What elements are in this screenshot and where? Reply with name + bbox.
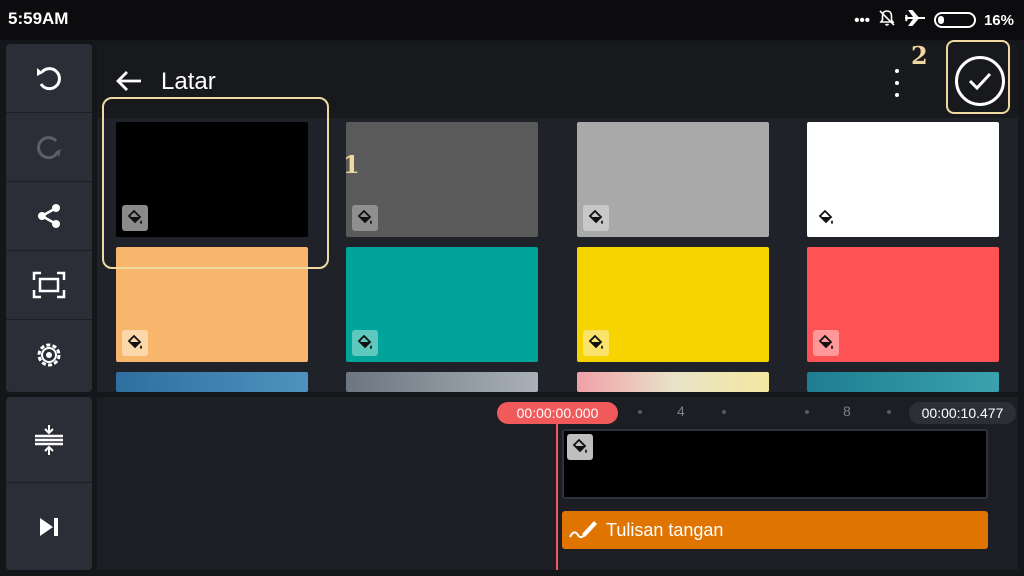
paint-bucket-icon (583, 205, 609, 231)
status-time: 5:59AM (8, 9, 69, 28)
bell-off-icon (878, 9, 896, 31)
annotation-step-2: 2 (911, 41, 928, 70)
skip-end-icon (40, 517, 58, 536)
swatch-gradient-bokeh[interactable] (577, 372, 769, 392)
share-button[interactable] (6, 182, 92, 251)
handwriting-label: Tulisan tangan (606, 519, 724, 540)
swatch-light-gray[interactable] (577, 122, 769, 237)
back-button[interactable] (111, 66, 147, 96)
battery-percent: 16% (983, 11, 1014, 29)
left-toolbar-bottom (6, 397, 92, 570)
paint-bucket-icon (352, 205, 378, 231)
settings-button[interactable] (6, 320, 92, 389)
swatch-gradient-teal[interactable] (807, 372, 999, 392)
undo-button[interactable] (6, 44, 92, 113)
paint-bucket-icon (583, 330, 609, 356)
skip-end-button[interactable] (6, 483, 92, 570)
more-dots-icon: ••• (854, 11, 870, 29)
paint-bucket-icon (352, 330, 378, 356)
playhead[interactable] (556, 424, 558, 570)
left-toolbar (6, 44, 92, 392)
panel-title: Latar (161, 68, 216, 95)
arrow-left-icon (116, 71, 141, 91)
handwriting-layer[interactable]: Tulisan tangan (562, 511, 988, 549)
status-bar: 5:59AM ••• 16% (0, 0, 1024, 40)
confirm-highlight (946, 40, 1010, 114)
app-root: 5:59AM ••• 16% Latar 1 2 00:00:00.000 4 … (0, 0, 1024, 576)
swatch-dark-gray[interactable] (346, 122, 538, 237)
split-button[interactable] (6, 397, 92, 483)
airplane-icon (904, 9, 926, 31)
share-icon (38, 204, 60, 228)
swatch-teal[interactable] (346, 247, 538, 362)
status-icons: ••• 16% (854, 9, 1014, 31)
selection-highlight (102, 97, 329, 269)
split-icon (35, 424, 63, 455)
tick-label: 4 (677, 403, 685, 419)
gear-icon (37, 343, 61, 366)
annotation-step-1: 1 (343, 150, 360, 179)
tick-label: 8 (843, 403, 851, 419)
redo-icon (37, 136, 61, 160)
swatch-yellow[interactable] (577, 247, 769, 362)
undo-icon (37, 67, 61, 91)
paint-bucket-icon (813, 205, 839, 231)
swatch-red[interactable] (807, 247, 999, 362)
paint-bucket-icon (122, 330, 148, 356)
background-clip[interactable] (562, 429, 988, 499)
fullscreen-icon (32, 271, 66, 299)
timeline[interactable]: 00:00:00.000 4 8 00:00:10.477 Tulisan ta… (97, 397, 1018, 570)
kebab-icon (895, 69, 899, 73)
fullscreen-button[interactable] (6, 251, 92, 320)
current-time: 00:00:00.000 (497, 402, 618, 424)
swatch-gradient-gray[interactable] (346, 372, 538, 392)
paint-bucket-icon (567, 434, 593, 460)
paint-bucket-icon (813, 330, 839, 356)
pen-scribble-icon (569, 521, 597, 539)
battery-icon (933, 12, 976, 28)
swatch-white[interactable] (807, 122, 999, 237)
swatch-gradient-blue[interactable] (116, 372, 308, 392)
more-options-button[interactable] (887, 66, 907, 100)
redo-button[interactable] (6, 113, 92, 182)
end-time: 00:00:10.477 (909, 402, 1016, 424)
